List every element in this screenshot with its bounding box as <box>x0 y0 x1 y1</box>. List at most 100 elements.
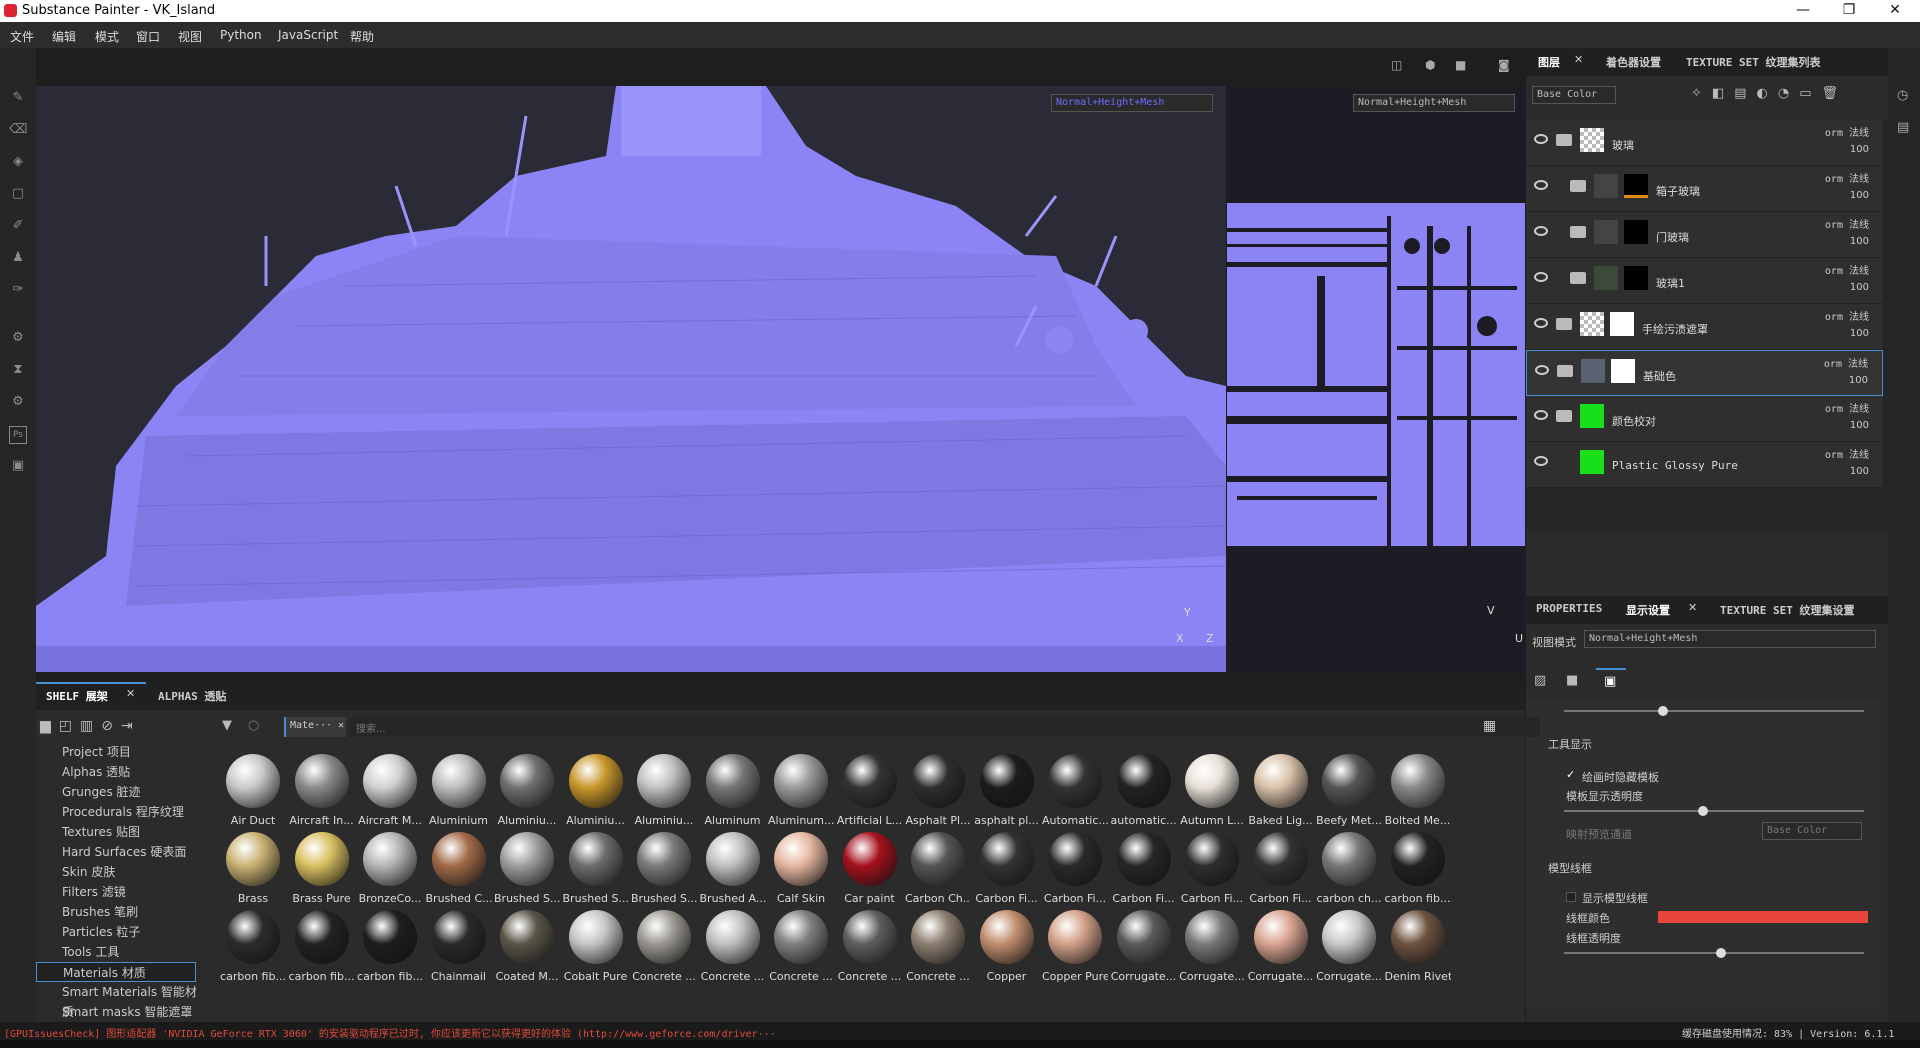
layer-row[interactable]: 手绘污渍遮罩 orm 法线 100 <box>1526 304 1883 350</box>
close-icon[interactable]: ✕ <box>1688 601 1697 614</box>
geometry-mask-icon[interactable]: ▢ <box>9 186 27 204</box>
delete-layer-icon[interactable]: 🗑 <box>1821 86 1848 101</box>
layer-row[interactable]: 玻璃1 orm 法线 100 <box>1526 258 1883 304</box>
material-item[interactable]: Cobalt Pure <box>563 908 629 986</box>
material-item[interactable]: Bolted Me... <box>1385 752 1451 830</box>
tab-texture-set-list[interactable]: TEXTURE SET 纹理集列表 <box>1686 54 1820 70</box>
layer-blend[interactable]: orm 法线 <box>1825 216 1869 231</box>
slider[interactable] <box>1564 706 1864 716</box>
layer-row[interactable]: 颜色校对 orm 法线 100 <box>1526 396 1883 442</box>
tab-shelf[interactable]: SHELF 展架 <box>46 688 108 704</box>
menu-edit[interactable]: 编辑 <box>52 28 76 45</box>
visibility-eye-icon[interactable] <box>1534 410 1548 420</box>
material-item[interactable]: Automatic... <box>1042 752 1108 830</box>
history-icon[interactable]: ◷ <box>1897 88 1908 103</box>
material-item[interactable]: Corrugate... <box>1316 908 1382 986</box>
menu-javascript[interactable]: JavaScript <box>278 28 338 42</box>
material-item[interactable]: Brass Pure <box>289 830 355 908</box>
import-icon[interactable]: ⇥ <box>121 718 141 734</box>
layer-opacity[interactable]: 100 <box>1850 328 1869 339</box>
material-item[interactable]: Autumn L... <box>1179 752 1245 830</box>
category-item[interactable]: Grunges 脏迹 <box>62 782 141 802</box>
material-item[interactable]: Aircraft In... <box>289 752 355 830</box>
material-item[interactable]: Concrete ... <box>631 908 697 986</box>
filter-icon[interactable]: ▼ <box>222 718 232 733</box>
magic-wand-icon[interactable]: ✧ <box>1691 86 1712 101</box>
material-item[interactable]: Aluminiu... <box>631 752 697 830</box>
environment-icon[interactable]: ▨ <box>1534 673 1546 688</box>
material-item[interactable]: Brushed S... <box>494 830 560 908</box>
material-item[interactable]: Concrete ... <box>837 908 903 986</box>
visibility-eye-icon[interactable] <box>1534 272 1548 282</box>
wire-opacity-slider[interactable] <box>1564 948 1864 958</box>
material-item[interactable]: Aluminum <box>700 752 766 830</box>
visibility-eye-icon[interactable] <box>1535 365 1549 375</box>
photoshop-icon[interactable]: Ps <box>9 426 27 444</box>
material-item[interactable]: Corrugate... <box>1248 908 1314 986</box>
material-item[interactable]: Asphalt Pl... <box>905 752 971 830</box>
layer-row[interactable]: 基础色 orm 法线 100 <box>1526 350 1883 396</box>
category-item[interactable]: Particles 粒子 <box>62 922 140 942</box>
material-item[interactable]: Brushed C... <box>426 830 492 908</box>
folder-icon[interactable]: ▆ <box>40 718 59 734</box>
settings-icon[interactable]: ⚙ <box>9 394 27 412</box>
category-item[interactable]: Smart Materials 智能材质 <box>62 982 204 1019</box>
menu-help[interactable]: 帮助 <box>350 28 374 45</box>
grid-view-icon[interactable]: ▦ <box>1483 718 1496 734</box>
material-item[interactable]: Aluminiu... <box>494 752 560 830</box>
viewport-2d[interactable]: Normal+Height+Mesh V U <box>1227 86 1525 672</box>
visibility-eye-icon[interactable] <box>1534 456 1548 466</box>
material-item[interactable]: Copper Pure <box>1042 908 1108 986</box>
material-item[interactable]: Chainmail <box>426 908 492 986</box>
material-item[interactable]: Copper <box>974 908 1040 986</box>
material-item[interactable]: Aluminiu... <box>563 752 629 830</box>
layer-row[interactable]: 玻璃 orm 法线 100 <box>1526 120 1883 166</box>
layer-opacity[interactable]: 100 <box>1850 144 1869 155</box>
layer-blend[interactable]: orm 法线 <box>1825 124 1869 139</box>
viewport-3d-mode-dropdown[interactable]: Normal+Height+Mesh <box>1051 94 1213 112</box>
material-item[interactable]: Concrete ... <box>700 908 766 986</box>
stencil-opacity-slider[interactable] <box>1564 806 1864 816</box>
material-item[interactable]: Brushed A... <box>700 830 766 908</box>
channel-dropdown[interactable]: Base Color <box>1532 86 1616 104</box>
checkbox-hide-on-paint[interactable]: ✓ <box>1566 768 1575 781</box>
paint-brush-icon[interactable]: ✎ <box>9 90 27 108</box>
projection-icon[interactable]: ◈ <box>9 154 27 172</box>
visibility-eye-icon[interactable] <box>1534 180 1548 190</box>
layer-opacity[interactable]: 100 <box>1850 236 1869 247</box>
material-item[interactable]: asphalt pl... <box>974 752 1040 830</box>
category-item[interactable]: Alphas 透贴 <box>62 762 130 782</box>
material-item[interactable]: automatic... <box>1111 752 1177 830</box>
filter-chip[interactable]: Mate··· ✕ <box>284 717 346 737</box>
material-item[interactable]: carbon ch... <box>1316 830 1382 908</box>
material-item[interactable]: Corrugate... <box>1111 908 1177 986</box>
material-item[interactable]: Carbon Fi... <box>1179 830 1245 908</box>
material-item[interactable]: Car paint <box>837 830 903 908</box>
material-item[interactable]: Carbon Fi... <box>1111 830 1177 908</box>
viewport-2d-mode-dropdown[interactable]: Normal+Height+Mesh <box>1353 94 1515 112</box>
new-folder-icon[interactable]: ◰ <box>59 718 80 734</box>
close-icon[interactable]: ✕ <box>338 720 344 731</box>
camera-icon[interactable]: ■ <box>1455 58 1466 72</box>
close-icon[interactable]: ✕ <box>1574 53 1583 66</box>
close-icon[interactable]: ✕ <box>126 687 135 700</box>
bake-icon[interactable]: ⚙ <box>9 330 27 348</box>
category-item[interactable]: Procedurals 程序纹理 <box>62 802 184 822</box>
category-item[interactable]: Brushes 笔刷 <box>62 902 138 922</box>
menu-mode[interactable]: 模式 <box>95 28 119 45</box>
layer-blend[interactable]: orm 法线 <box>1825 170 1869 185</box>
layer-opacity[interactable]: 100 <box>1850 420 1869 431</box>
minimize-button[interactable]: — <box>1780 0 1826 22</box>
viewer-settings-icon[interactable]: ▣ <box>1596 668 1626 694</box>
material-item[interactable]: carbon fib... <box>289 908 355 986</box>
split-view-icon[interactable]: ◫ <box>1391 58 1402 72</box>
menu-view[interactable]: 视图 <box>178 28 202 45</box>
export-icon[interactable]: ▣ <box>9 458 27 476</box>
visibility-eye-icon[interactable] <box>1534 226 1548 236</box>
refresh-icon[interactable]: ○ <box>248 718 259 733</box>
layer-opacity[interactable]: 100 <box>1849 375 1868 386</box>
view-mode-dropdown[interactable]: Normal+Height+Mesh <box>1584 630 1876 648</box>
tab-shader-settings[interactable]: 着色器设置 <box>1606 54 1661 70</box>
layer-blend[interactable]: orm 法线 <box>1825 308 1869 323</box>
viewport-3d[interactable]: Normal+Height+Mesh Y X Z <box>36 86 1226 672</box>
